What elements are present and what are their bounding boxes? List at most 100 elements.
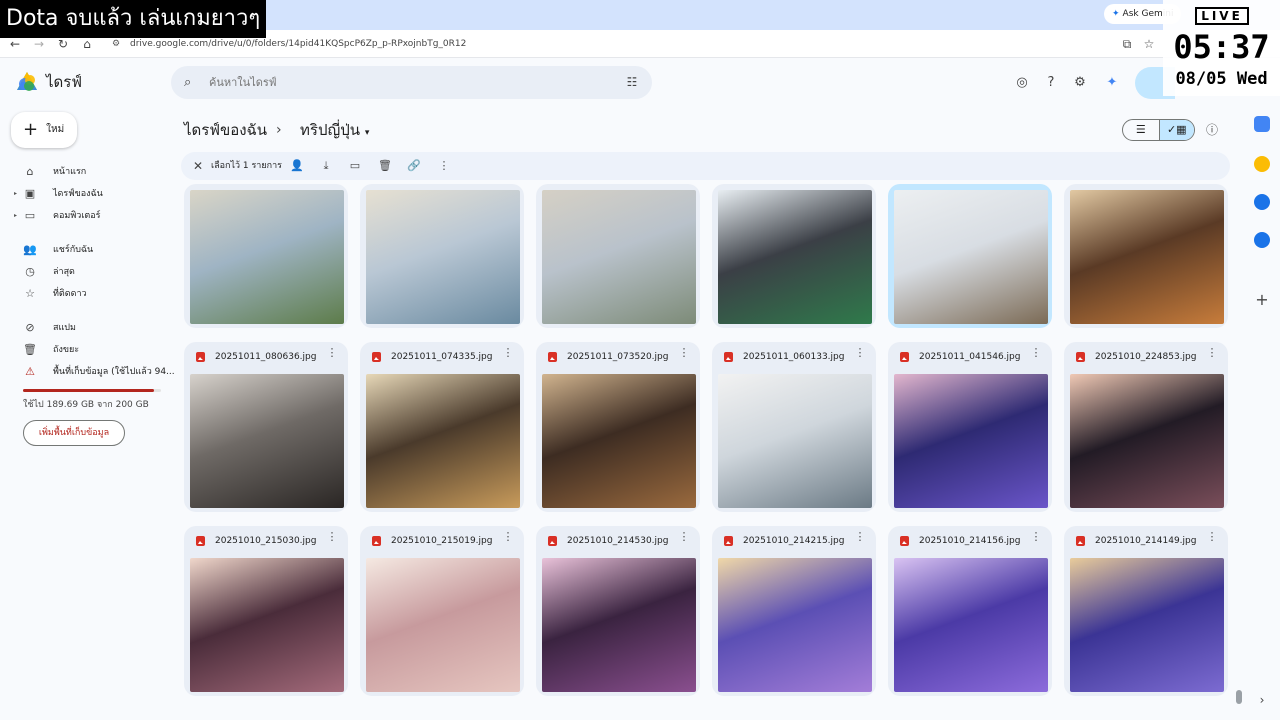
image-thumbnail[interactable]	[718, 558, 872, 692]
more-vert-icon[interactable]: ⋮	[326, 530, 338, 544]
file-name: 20251011_074335.jpg	[391, 352, 493, 362]
new-button[interactable]: + ใหม่	[11, 112, 77, 148]
image-thumbnail[interactable]	[190, 558, 344, 692]
more-vert-icon[interactable]: ⋮	[1030, 530, 1042, 544]
file-card[interactable]: 20251011_073520.jpg ⋮	[536, 342, 700, 512]
file-card[interactable]	[712, 184, 876, 328]
file-card[interactable]: 20251010_214149.jpg ⋮	[1064, 526, 1228, 696]
share-icon[interactable]: 👤	[288, 157, 306, 175]
grid-view-icon[interactable]: ✓▦	[1158, 120, 1194, 140]
image-thumbnail[interactable]	[718, 374, 872, 508]
scrollbar-thumb[interactable]	[1236, 690, 1242, 704]
copy-link-icon[interactable]: 🔗	[405, 157, 423, 175]
file-card[interactable]	[360, 184, 524, 328]
file-card[interactable]: 20251010_215019.jpg ⋮	[360, 526, 524, 696]
file-card[interactable]: 20251011_060133.jpg ⋮	[712, 342, 876, 512]
breadcrumb-root[interactable]: ไดรฟ์ของฉัน	[184, 119, 267, 141]
image-thumbnail[interactable]	[1070, 558, 1224, 692]
file-card[interactable]	[536, 184, 700, 328]
tasks-icon[interactable]	[1254, 194, 1270, 210]
more-vert-icon[interactable]: ⋮	[678, 530, 690, 544]
sidebar-item-computers[interactable]: ▸ ▭ คอมพิวเตอร์	[14, 207, 101, 225]
sidebar-item-storage[interactable]: ⚠ พื้นที่เก็บข้อมูล (ใช้ไปแล้ว 94...	[14, 363, 175, 381]
image-file-icon	[196, 352, 205, 362]
settings-gear-icon[interactable]: ⚙	[1071, 74, 1089, 92]
drive-logo-icon[interactable]	[16, 71, 38, 93]
file-card[interactable]	[888, 184, 1052, 328]
image-thumbnail[interactable]	[190, 190, 344, 324]
more-vert-icon[interactable]: ⋮	[678, 346, 690, 360]
more-vert-icon[interactable]: ⋮	[1030, 346, 1042, 360]
gemini-icon[interactable]: ✦	[1103, 74, 1121, 92]
file-card[interactable]: 20251010_214530.jpg ⋮	[536, 526, 700, 696]
sidebar-item-starred[interactable]: ☆ ที่ติดดาว	[14, 285, 87, 303]
download-icon[interactable]: ⤓	[317, 157, 335, 175]
drive-brand[interactable]: ไดรฟ์	[46, 72, 82, 92]
image-file-icon	[196, 536, 205, 546]
keep-icon[interactable]	[1254, 156, 1270, 172]
file-card[interactable]	[1064, 184, 1228, 328]
move-icon[interactable]: ▭	[346, 157, 364, 175]
search-box[interactable]: ⌕ ☷	[171, 66, 652, 99]
clear-selection-icon[interactable]: ✕	[189, 157, 207, 175]
file-card[interactable]: 20251010_214215.jpg ⋮	[712, 526, 876, 696]
offline-ready-icon[interactable]: ◎	[1013, 74, 1031, 92]
sidebar-item-my-drive[interactable]: ▸ ▣ ไดรฟ์ของฉัน	[14, 185, 103, 203]
cast-icon[interactable]: ⧉	[1118, 35, 1136, 53]
image-thumbnail[interactable]	[1070, 190, 1224, 324]
calendar-icon[interactable]	[1254, 116, 1270, 132]
sidebar-item-shared[interactable]: 👥 แชร์กับฉัน	[14, 241, 93, 259]
search-input[interactable]	[209, 72, 599, 93]
expand-caret-icon[interactable]: ▸	[14, 207, 22, 225]
sidebar-item-trash[interactable]: 🗑 ถังขยะ	[14, 341, 79, 359]
more-vert-icon[interactable]: ⋮	[854, 530, 866, 544]
view-toggle[interactable]: ☰ ✓▦	[1122, 119, 1195, 141]
file-card[interactable]: 20251011_080636.jpg ⋮	[184, 342, 348, 512]
help-icon[interactable]: ?	[1042, 74, 1060, 92]
site-info-icon[interactable]: ⚙	[112, 39, 122, 49]
image-thumbnail[interactable]	[366, 190, 520, 324]
image-thumbnail[interactable]	[894, 190, 1048, 324]
file-card[interactable]: 20251010_215030.jpg ⋮	[184, 526, 348, 696]
search-icon[interactable]: ⌕	[184, 75, 199, 90]
clock-time: 05:37	[1173, 28, 1270, 66]
add-addon-icon[interactable]: +	[1254, 292, 1270, 308]
image-thumbnail[interactable]	[1070, 374, 1224, 508]
bookmark-star-icon[interactable]: ☆	[1140, 35, 1158, 53]
search-options-icon[interactable]: ☷	[624, 74, 640, 90]
image-thumbnail[interactable]	[190, 374, 344, 508]
image-thumbnail[interactable]	[542, 374, 696, 508]
contacts-icon[interactable]	[1254, 232, 1270, 248]
image-thumbnail[interactable]	[542, 558, 696, 692]
image-thumbnail[interactable]	[542, 190, 696, 324]
spam-icon: ⊘	[25, 321, 35, 334]
more-vert-icon[interactable]: ⋮	[854, 346, 866, 360]
image-thumbnail[interactable]	[894, 374, 1048, 508]
image-file-icon	[1076, 536, 1085, 546]
more-vert-icon[interactable]: ⋮	[502, 346, 514, 360]
sidebar-item-recent[interactable]: ◷ ล่าสุด	[14, 263, 75, 281]
more-actions-icon[interactable]: ⋮	[435, 157, 453, 175]
image-thumbnail[interactable]	[718, 190, 872, 324]
file-card[interactable]: 20251010_224853.jpg ⋮	[1064, 342, 1228, 512]
breadcrumb-current[interactable]: ทริปญี่ปุ่น ▾	[300, 119, 369, 144]
image-thumbnail[interactable]	[366, 374, 520, 508]
more-vert-icon[interactable]: ⋮	[326, 346, 338, 360]
file-card[interactable]: 20251011_041546.jpg ⋮	[888, 342, 1052, 512]
collapse-panel-icon[interactable]: ›	[1254, 692, 1270, 708]
sidebar-item-spam[interactable]: ⊘ สแปม	[14, 319, 76, 337]
image-thumbnail[interactable]	[366, 558, 520, 692]
image-thumbnail[interactable]	[894, 558, 1048, 692]
more-vert-icon[interactable]: ⋮	[1206, 530, 1218, 544]
delete-icon[interactable]: 🗑	[376, 157, 394, 175]
more-vert-icon[interactable]: ⋮	[502, 530, 514, 544]
get-more-storage-button[interactable]: เพิ่มพื้นที่เก็บข้อมูล	[23, 420, 125, 446]
sidebar-item-home[interactable]: ⌂ หน้าแรก	[14, 163, 87, 181]
more-vert-icon[interactable]: ⋮	[1206, 346, 1218, 360]
file-card[interactable]: 20251011_074335.jpg ⋮	[360, 342, 524, 512]
list-view-icon[interactable]: ☰	[1123, 120, 1159, 140]
file-card[interactable]: 20251010_214156.jpg ⋮	[888, 526, 1052, 696]
file-card[interactable]	[184, 184, 348, 328]
details-info-icon[interactable]: ⓘ	[1203, 121, 1221, 139]
expand-caret-icon[interactable]: ▸	[14, 185, 22, 203]
